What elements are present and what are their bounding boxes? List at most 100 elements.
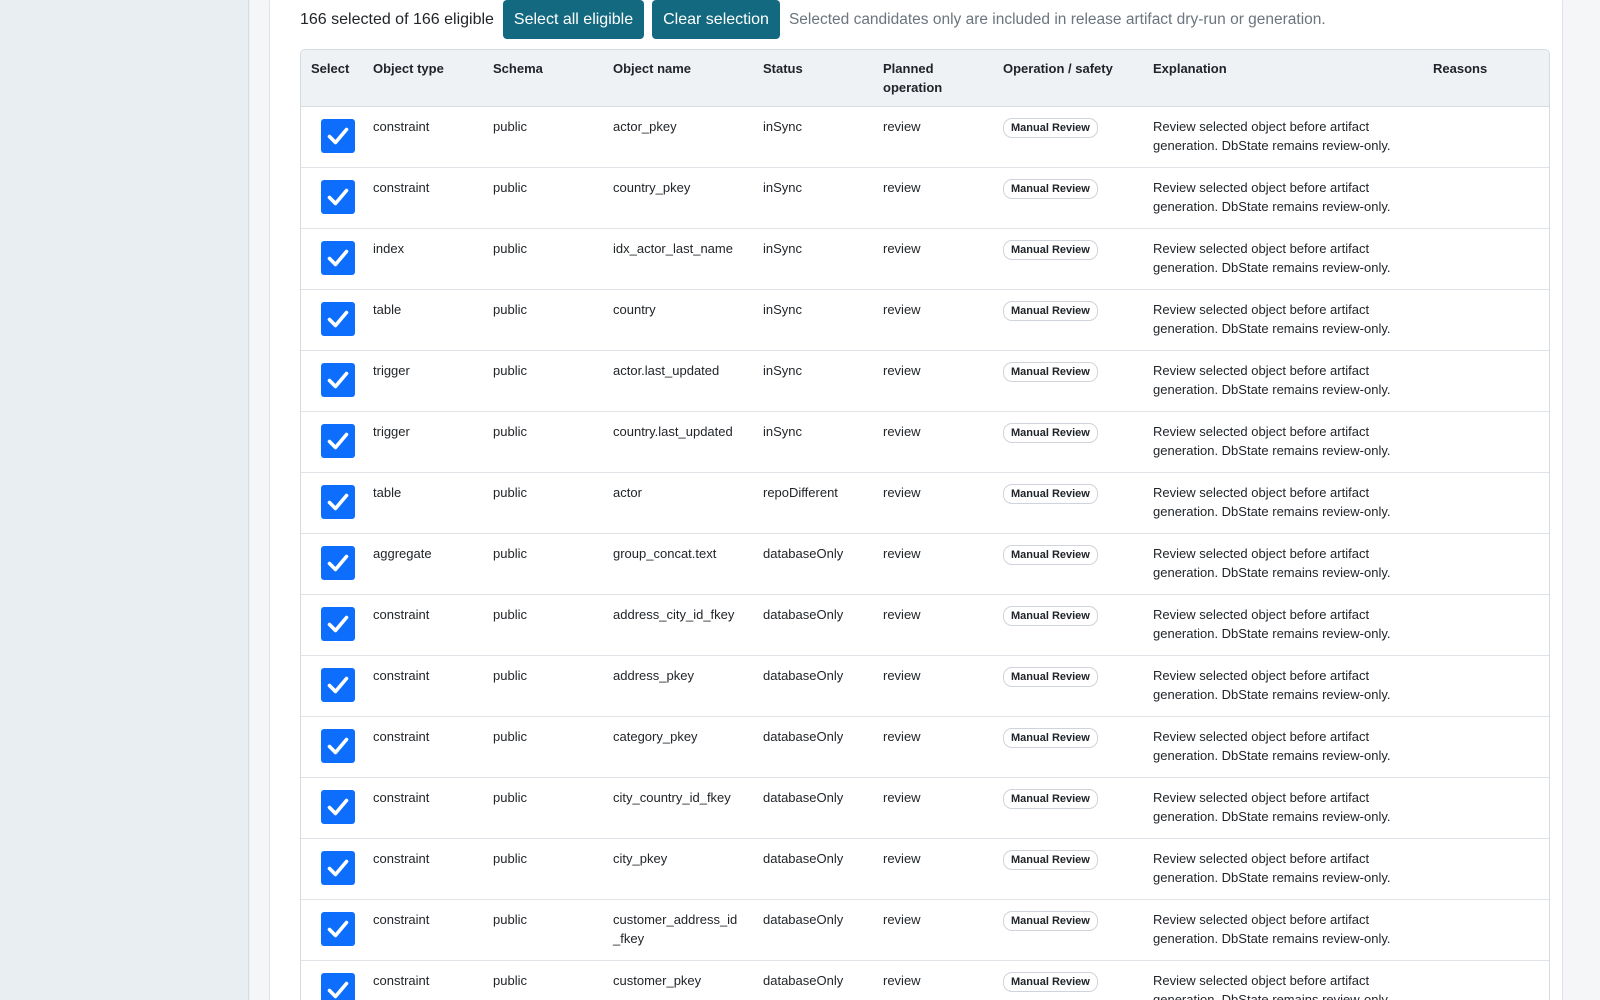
select-cell: [301, 106, 363, 168]
status-cell: databaseOnly: [753, 838, 873, 900]
operation-safety-cell: Manual Review: [993, 350, 1143, 412]
checkmark-icon: [327, 920, 349, 938]
schema-cell: public: [483, 655, 603, 717]
table-row: trigger public country.last_updated inSync r…: [301, 411, 1549, 473]
column-header-object-name: Object name: [603, 50, 753, 107]
explanation-cell: Review selected object before artifact g…: [1143, 350, 1423, 412]
reasons-cell: [1423, 533, 1549, 595]
select-all-eligible-button[interactable]: Select all eligible: [502, 0, 645, 39]
operation-safety-cell: Manual Review: [993, 228, 1143, 290]
row-select-checkbox[interactable]: [321, 790, 355, 824]
schema-cell: public: [483, 594, 603, 656]
checkmark-icon: [327, 798, 349, 816]
object-name-cell: group_concat.text: [603, 533, 753, 595]
select-cell: [301, 533, 363, 595]
table-row: trigger public actor.last_updated inSync rev…: [301, 350, 1549, 412]
row-select-checkbox[interactable]: [321, 424, 355, 458]
operation-safety-cell: Manual Review: [993, 167, 1143, 229]
row-select-checkbox[interactable]: [321, 241, 355, 275]
select-cell: [301, 594, 363, 656]
status-cell: databaseOnly: [753, 716, 873, 778]
operation-safety-cell: Manual Review: [993, 655, 1143, 717]
safety-badge: Manual Review: [1003, 728, 1098, 748]
reasons-cell: [1423, 350, 1549, 412]
object-name-cell: country: [603, 289, 753, 351]
planned-operation-cell: review: [873, 716, 993, 778]
explanation-cell: Review selected object before artifact g…: [1143, 228, 1423, 290]
table-row: constraint public actor_pkey inSync review Ma…: [301, 106, 1549, 168]
operation-safety-cell: Manual Review: [993, 289, 1143, 351]
object-type-cell: table: [363, 472, 483, 534]
checkmark-icon: [327, 249, 349, 267]
row-select-checkbox[interactable]: [321, 668, 355, 702]
table-row: index public idx_actor_last_name inSync revi…: [301, 228, 1549, 290]
row-select-checkbox[interactable]: [321, 180, 355, 214]
safety-badge: Manual Review: [1003, 362, 1098, 382]
column-header-select: Select: [301, 50, 363, 107]
column-header-reasons: Reasons: [1423, 50, 1549, 107]
schema-cell: public: [483, 716, 603, 778]
explanation-cell: Review selected object before artifact g…: [1143, 106, 1423, 168]
row-select-checkbox[interactable]: [321, 363, 355, 397]
row-select-checkbox[interactable]: [321, 546, 355, 580]
planned-operation-cell: review: [873, 533, 993, 595]
candidates-table-wrapper: Select Object type Schema Object name St…: [300, 49, 1550, 1000]
object-name-cell: idx_actor_last_name: [603, 228, 753, 290]
row-select-checkbox[interactable]: [321, 302, 355, 336]
selection-summary: 166 selected of 166 eligible: [300, 10, 494, 28]
row-select-checkbox[interactable]: [321, 729, 355, 763]
object-name-cell: actor_pkey: [603, 106, 753, 168]
object-type-cell: constraint: [363, 106, 483, 168]
schema-cell: public: [483, 899, 603, 961]
operation-safety-cell: Manual Review: [993, 960, 1143, 1000]
row-select-checkbox[interactable]: [321, 912, 355, 946]
object-type-cell: constraint: [363, 777, 483, 839]
checkmark-icon: [327, 310, 349, 328]
explanation-cell: Review selected object before artifact g…: [1143, 411, 1423, 473]
operation-safety-cell: Manual Review: [993, 899, 1143, 961]
safety-badge: Manual Review: [1003, 118, 1098, 138]
reasons-cell: [1423, 655, 1549, 717]
safety-badge: Manual Review: [1003, 545, 1098, 565]
planned-operation-cell: review: [873, 899, 993, 961]
operation-safety-cell: Manual Review: [993, 533, 1143, 595]
planned-operation-cell: review: [873, 655, 993, 717]
operation-safety-cell: Manual Review: [993, 716, 1143, 778]
safety-badge: Manual Review: [1003, 301, 1098, 321]
clear-selection-button[interactable]: Clear selection: [652, 0, 780, 39]
object-name-cell: address_city_id_fkey: [603, 594, 753, 656]
schema-cell: public: [483, 289, 603, 351]
row-select-checkbox[interactable]: [321, 607, 355, 641]
reasons-cell: [1423, 777, 1549, 839]
object-type-cell: constraint: [363, 716, 483, 778]
reasons-cell: [1423, 411, 1549, 473]
row-select-checkbox[interactable]: [321, 485, 355, 519]
planned-operation-cell: review: [873, 289, 993, 351]
schema-cell: public: [483, 533, 603, 595]
reasons-cell: [1423, 899, 1549, 961]
planned-operation-cell: review: [873, 838, 993, 900]
row-select-checkbox[interactable]: [321, 973, 355, 1000]
safety-badge: Manual Review: [1003, 484, 1098, 504]
operation-safety-cell: Manual Review: [993, 472, 1143, 534]
operation-safety-cell: Manual Review: [993, 777, 1143, 839]
explanation-cell: Review selected object before artifact g…: [1143, 289, 1423, 351]
row-select-checkbox[interactable]: [321, 119, 355, 153]
explanation-cell: Review selected object before artifact g…: [1143, 472, 1423, 534]
object-type-cell: index: [363, 228, 483, 290]
safety-badge: Manual Review: [1003, 911, 1098, 931]
status-cell: inSync: [753, 289, 873, 351]
row-select-checkbox[interactable]: [321, 851, 355, 885]
table-row: constraint public address_pkey databaseOnly…: [301, 655, 1549, 717]
status-cell: inSync: [753, 411, 873, 473]
object-name-cell: customer_pkey: [603, 960, 753, 1000]
object-type-cell: trigger: [363, 350, 483, 412]
reasons-cell: [1423, 167, 1549, 229]
object-name-cell: customer_address_id_fkey: [603, 899, 753, 961]
reasons-cell: [1423, 716, 1549, 778]
schema-cell: public: [483, 472, 603, 534]
object-name-cell: city_country_id_fkey: [603, 777, 753, 839]
schema-cell: public: [483, 167, 603, 229]
planned-operation-cell: review: [873, 472, 993, 534]
checkmark-icon: [327, 554, 349, 572]
